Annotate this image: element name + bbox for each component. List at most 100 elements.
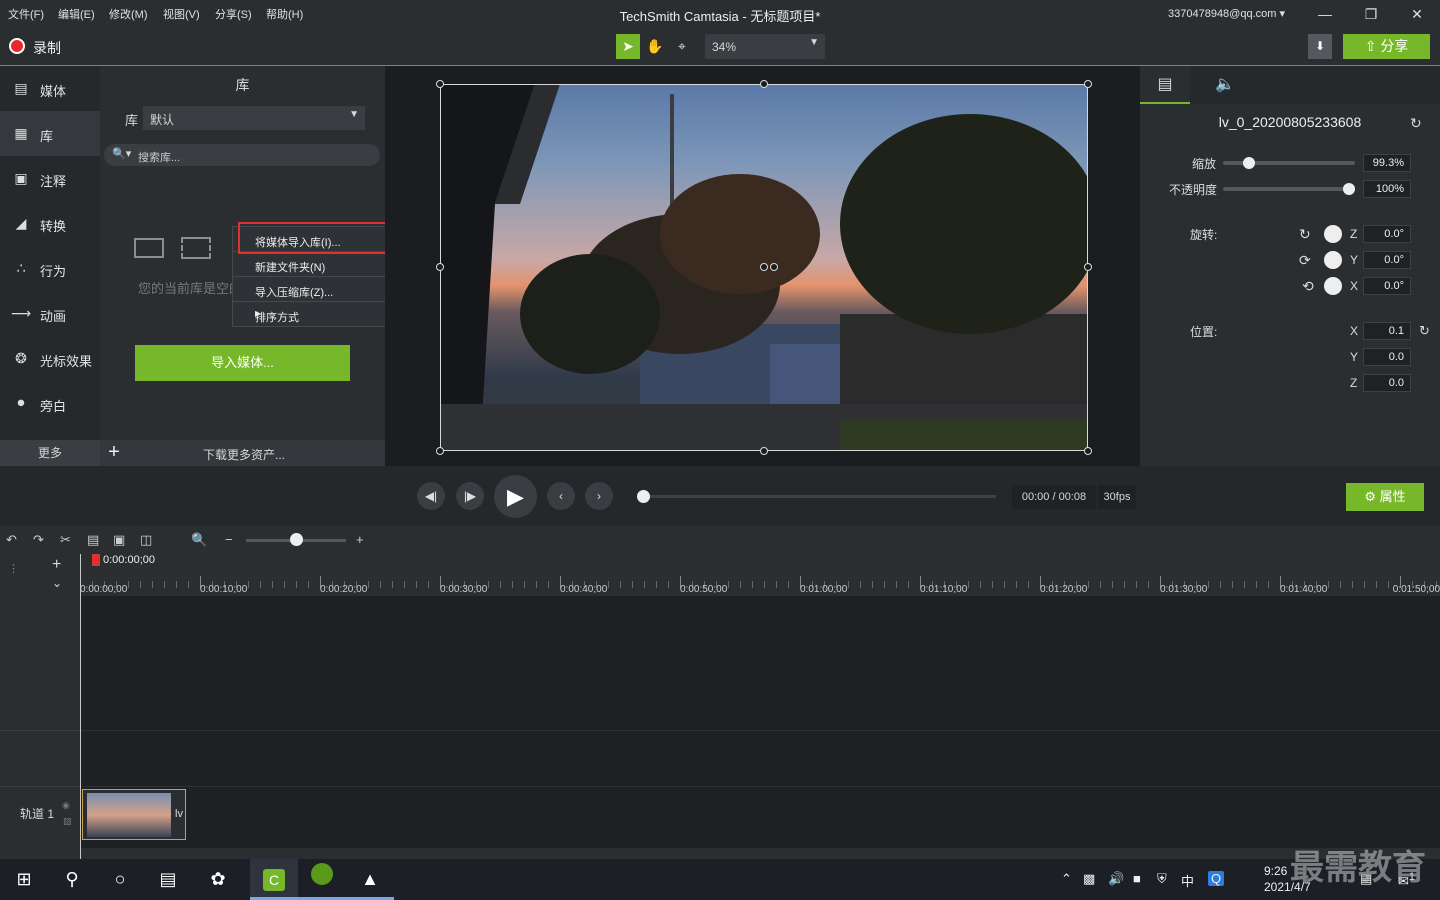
menu-item-import-to-library[interactable]: 将媒体导入库(I)... — [233, 222, 399, 254]
opacity-value[interactable]: 100% — [1363, 180, 1411, 198]
cut-icon[interactable]: ✂ — [60, 532, 71, 548]
nav-item-voiceover[interactable]: ⚫ 旁白 — [0, 381, 100, 426]
zoom-search-icon[interactable]: 🔍 — [191, 532, 207, 548]
pinwheel-app-icon[interactable]: ✿ — [194, 859, 242, 900]
nav-item-library[interactable]: ▦ 库 — [0, 111, 100, 156]
network-icon[interactable]: ▩ — [1083, 871, 1095, 887]
minimize-icon[interactable]: — — [1310, 4, 1340, 24]
fps-display[interactable]: 30fps — [1098, 485, 1136, 509]
resize-handle[interactable] — [1084, 263, 1092, 271]
zoom-out-icon[interactable]: − — [225, 532, 233, 547]
volume-icon[interactable]: 🔊 — [1108, 871, 1124, 887]
opacity-slider[interactable] — [1223, 187, 1355, 191]
menu-item-sort[interactable]: 排序方式 ▶ — [233, 302, 399, 327]
resize-handle[interactable] — [760, 447, 768, 455]
step-forward-icon[interactable]: |▶ — [456, 482, 484, 510]
resize-handle[interactable] — [1084, 447, 1092, 455]
position-y-value[interactable]: 0.0 — [1363, 348, 1411, 366]
next-icon[interactable]: › — [585, 482, 613, 510]
more-button[interactable]: 更多 — [0, 440, 100, 466]
rotation-z-value[interactable]: 0.0° — [1363, 225, 1411, 243]
resize-handle[interactable] — [1084, 80, 1092, 88]
play-icon[interactable]: ▶ — [494, 475, 537, 518]
rotation-y-value[interactable]: 0.0° — [1363, 251, 1411, 269]
position-x-value[interactable]: 0.1 — [1363, 322, 1411, 340]
audio-properties-tab-icon[interactable]: 🔈 — [1200, 66, 1250, 104]
download-more-assets-link[interactable]: 下载更多资产... — [203, 446, 285, 463]
resize-handle[interactable] — [760, 80, 768, 88]
resize-handle[interactable] — [436, 263, 444, 271]
rotation-x-dial[interactable] — [1324, 277, 1342, 295]
opacity-slider-knob[interactable] — [1343, 183, 1355, 195]
nav-item-transition[interactable]: ◢ 转换 — [0, 201, 100, 246]
step-back-icon[interactable]: ◀| — [417, 482, 445, 510]
share-button[interactable]: ⇧ 分享 — [1343, 34, 1430, 59]
nav-item-animation[interactable]: ⟶ 动画 — [0, 291, 100, 336]
reset-position-icon[interactable]: ↻ — [1419, 323, 1430, 339]
nav-item-behavior[interactable]: ∴ 行为 — [0, 246, 100, 291]
import-media-button[interactable]: 导入媒体... — [135, 345, 350, 381]
rotation-z-dial[interactable] — [1324, 225, 1342, 243]
crop-tool-icon[interactable]: ⌖ — [670, 34, 694, 59]
copy-icon[interactable]: ▤ — [87, 532, 99, 548]
chevron-down-icon[interactable]: ⌄ — [52, 576, 62, 590]
add-icon[interactable]: + — [104, 440, 124, 466]
nav-item-media[interactable]: ▤ 媒体 — [0, 66, 100, 111]
nvidia-icon[interactable]: ■ — [1133, 871, 1141, 886]
search-icon[interactable]: ⚲ — [48, 859, 96, 900]
rotation-handle[interactable] — [770, 263, 778, 271]
timeline-ruler[interactable]: 0:00:00;00 0:00:10;00 0:00:20;00 0:00:30;00… — [80, 554, 1440, 596]
playhead-flag[interactable] — [92, 554, 100, 566]
nav-item-annotation[interactable]: ▣ 注释 — [0, 156, 100, 201]
record-icon[interactable] — [9, 38, 25, 54]
timeline-scrollbar[interactable] — [80, 848, 1440, 859]
nav-item-cursor-effect[interactable]: ❂ 光标效果 — [0, 336, 100, 381]
media-clip[interactable]: lv — [82, 789, 186, 840]
zoom-dropdown[interactable]: 34% ▼ — [705, 34, 825, 59]
photos-app-icon[interactable]: ▲ — [346, 859, 394, 900]
select-tool-icon[interactable]: ➤ — [616, 34, 640, 59]
windows-start-icon[interactable]: ⊞ — [0, 859, 48, 900]
track-label[interactable]: 轨道 1 — [20, 805, 54, 822]
position-z-value[interactable]: 0.0 — [1363, 374, 1411, 392]
resize-handle[interactable] — [436, 80, 444, 88]
undo-icon[interactable]: ↶ — [6, 532, 17, 548]
rotation-x-value[interactable]: 0.0° — [1363, 277, 1411, 295]
record-button[interactable]: 录制 — [33, 38, 61, 58]
resize-handle[interactable] — [436, 447, 444, 455]
rotation-y-dial[interactable] — [1324, 251, 1342, 269]
visual-properties-tab-icon[interactable]: ▤ — [1140, 66, 1190, 104]
eye-icon[interactable]: ◉ — [62, 800, 70, 811]
qq-icon[interactable]: Q — [1208, 871, 1225, 886]
split-icon[interactable]: ◫ — [140, 532, 152, 548]
download-icon[interactable]: ⬇ — [1308, 34, 1332, 59]
redo-icon[interactable]: ↷ — [33, 532, 44, 548]
pan-tool-icon[interactable]: ✋ — [643, 34, 667, 59]
properties-button[interactable]: ⚙ 属性 — [1346, 483, 1424, 511]
cortana-icon[interactable]: ○ — [96, 859, 144, 900]
timeline-zoom-knob[interactable] — [290, 533, 303, 546]
watermelon-app-icon[interactable] — [298, 859, 346, 900]
menu-item-new-folder[interactable]: 新建文件夹(N) — [233, 252, 399, 277]
scrub-knob[interactable] — [637, 490, 650, 503]
lock-icon[interactable]: ▨ — [63, 816, 72, 827]
ime-indicator[interactable]: 中 — [1181, 871, 1194, 890]
chevron-up-icon[interactable]: ⌃ — [1061, 871, 1072, 887]
reset-icon[interactable]: ↻ — [1410, 115, 1422, 132]
playhead-line[interactable] — [80, 554, 81, 859]
paste-icon[interactable]: ▣ — [113, 532, 125, 548]
security-icon[interactable]: ⛨ — [1157, 871, 1167, 887]
task-view-icon[interactable]: ▤ — [144, 859, 192, 900]
account-menu[interactable]: 3370478948@qq.com ▾ — [1168, 7, 1285, 20]
library-search-input[interactable]: 🔍▾ 搜索库... — [104, 144, 380, 166]
scrub-bar[interactable] — [640, 495, 996, 498]
center-handle[interactable] — [760, 263, 768, 271]
scale-value[interactable]: 99.3% — [1363, 154, 1411, 172]
restore-icon[interactable]: ❐ — [1356, 4, 1386, 24]
zoom-in-icon[interactable]: + — [356, 532, 364, 547]
previous-icon[interactable]: ‹ — [547, 482, 575, 510]
add-track-icon[interactable]: + — [52, 556, 61, 574]
menu-item-import-zip[interactable]: 导入压缩库(Z)... — [233, 277, 399, 302]
library-select[interactable]: 默认 ▼ — [143, 106, 365, 130]
camtasia-app-icon[interactable]: C — [250, 859, 298, 900]
